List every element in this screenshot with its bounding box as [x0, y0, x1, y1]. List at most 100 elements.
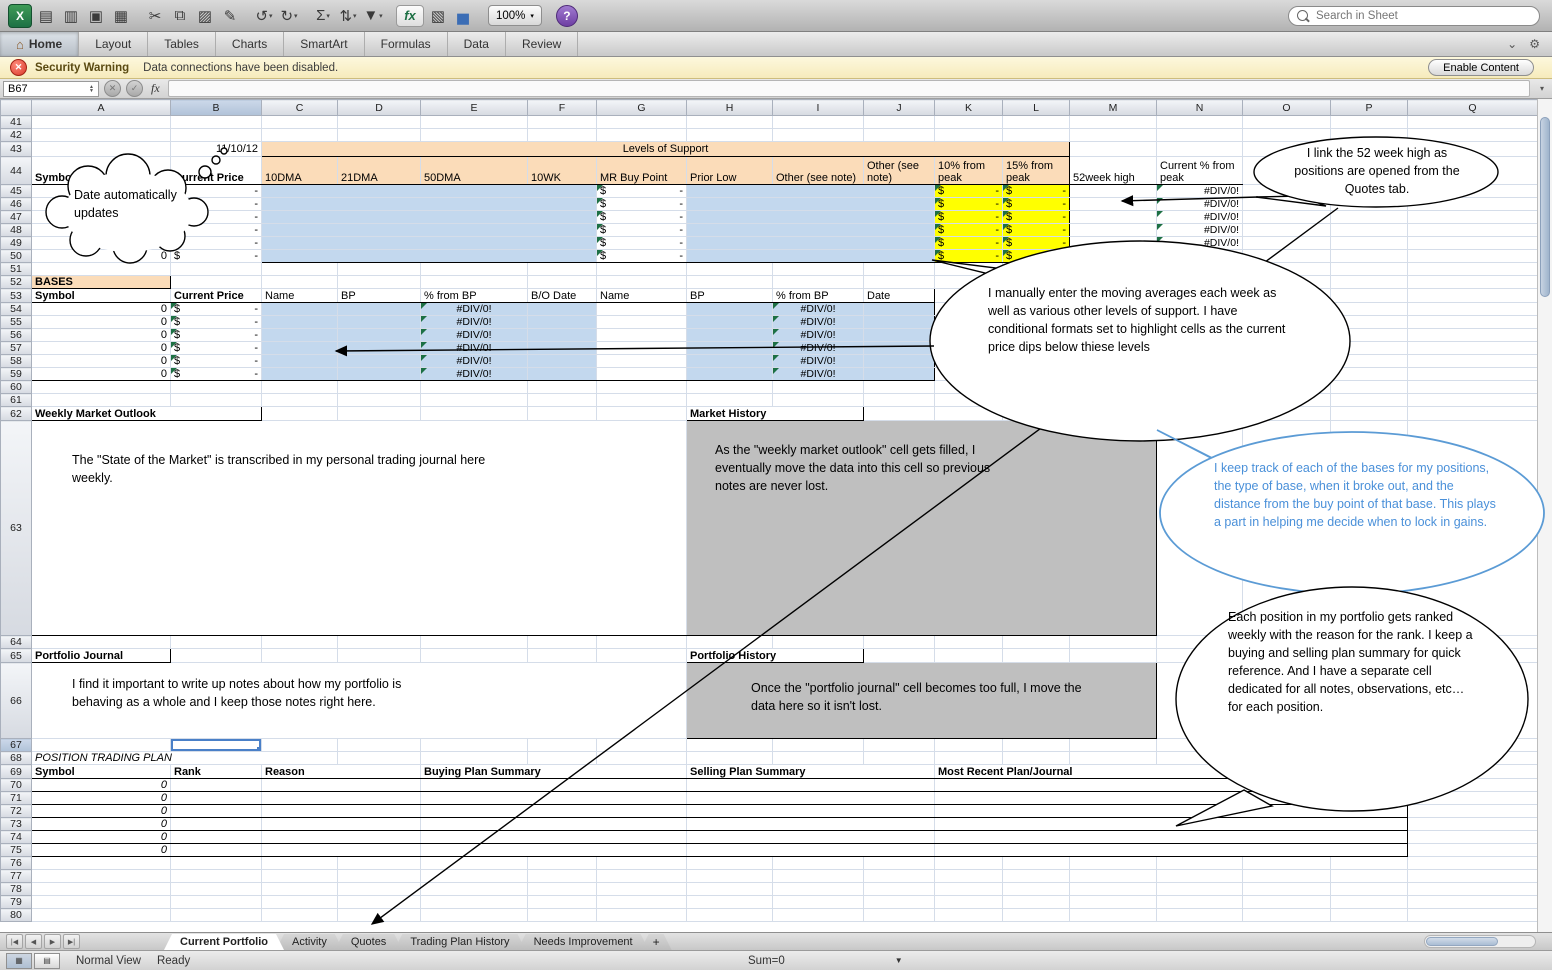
cell-A67[interactable]	[31, 738, 171, 752]
cell-P77[interactable]	[1330, 869, 1408, 883]
cell-A42[interactable]	[31, 128, 171, 142]
cell-A60[interactable]	[31, 380, 171, 394]
cell-B52[interactable]	[170, 275, 262, 289]
cell-K58[interactable]	[934, 354, 1003, 368]
cell-K50[interactable]: $ -	[934, 249, 1003, 263]
row-header-71[interactable]: 71	[0, 791, 32, 805]
cell-L53[interactable]	[1002, 288, 1070, 303]
cell-E52[interactable]	[420, 275, 528, 289]
cell-N55[interactable]	[1156, 315, 1243, 329]
cell-P44[interactable]	[1330, 156, 1408, 185]
cancel-icon[interactable]: ✕	[104, 80, 121, 97]
cell-N59[interactable]	[1156, 367, 1243, 381]
cell-I80[interactable]	[772, 908, 864, 922]
cell-C45[interactable]	[261, 184, 597, 198]
cell-H58[interactable]	[686, 354, 773, 368]
cell-J42[interactable]	[863, 128, 935, 142]
cell-I68[interactable]	[772, 751, 864, 765]
cell-E44[interactable]: 50DMA	[420, 156, 528, 185]
cell-H44[interactable]: Prior Low	[686, 156, 773, 185]
new-workbook-icon[interactable]: ▤	[35, 4, 57, 28]
cell-M68[interactable]	[1069, 751, 1157, 765]
cell-H47[interactable]	[686, 210, 935, 224]
cell-H55[interactable]	[686, 315, 773, 329]
cell-D55[interactable]	[337, 315, 421, 329]
cell-D65[interactable]	[337, 648, 421, 663]
cell-G44[interactable]: MR Buy Point	[596, 156, 687, 185]
cell-C52[interactable]	[261, 275, 338, 289]
cell-K80[interactable]	[934, 908, 1003, 922]
cell-B51[interactable]	[170, 262, 262, 276]
cell-G79[interactable]	[596, 895, 687, 909]
cell-O44[interactable]	[1242, 156, 1331, 185]
cell-J67[interactable]	[863, 738, 935, 752]
cell-K79[interactable]	[934, 895, 1003, 909]
cell-F55[interactable]	[527, 315, 597, 329]
accept-icon[interactable]: ✓	[126, 80, 143, 97]
cell-G80[interactable]	[596, 908, 687, 922]
cell-B41[interactable]	[170, 115, 262, 129]
cell-B71[interactable]	[170, 791, 262, 805]
row-header-79[interactable]: 79	[0, 895, 32, 909]
cell-Q75[interactable]	[1407, 843, 1538, 857]
chart-icon[interactable]: ▅	[452, 4, 474, 28]
cell-E61[interactable]	[420, 393, 528, 407]
cell-C58[interactable]	[261, 354, 338, 368]
column-header-G[interactable]: G	[596, 99, 687, 116]
cell-E76[interactable]	[420, 856, 528, 870]
cell-Q43[interactable]	[1407, 141, 1538, 157]
cell-J61[interactable]	[863, 393, 935, 407]
cell-A58[interactable]: 0	[31, 354, 171, 368]
row-header-42[interactable]: 42	[0, 128, 32, 142]
cell-H66[interactable]: Once the "portfolio journal" cell become…	[686, 662, 1157, 739]
cell-L67[interactable]	[1002, 738, 1070, 752]
cell-D62[interactable]	[337, 406, 421, 421]
cell-G46[interactable]: $ -	[596, 197, 687, 211]
cell-K78[interactable]	[934, 882, 1003, 896]
cell-N68[interactable]	[1156, 751, 1243, 765]
cell-N53[interactable]	[1156, 288, 1243, 303]
cell-O58[interactable]	[1242, 354, 1331, 368]
copy-icon[interactable]: ⧉	[169, 4, 191, 28]
cell-D67[interactable]	[337, 738, 421, 752]
cell-K67[interactable]	[934, 738, 1003, 752]
cell-H53[interactable]: BP	[686, 288, 773, 303]
cell-C49[interactable]	[261, 236, 597, 250]
cell-O47[interactable]	[1242, 210, 1331, 224]
cell-P52[interactable]	[1330, 275, 1408, 289]
cell-G41[interactable]	[596, 115, 687, 129]
row-header-43[interactable]: 43	[0, 141, 32, 157]
add-sheet-tab[interactable]: +	[641, 934, 672, 950]
cell-K60[interactable]	[934, 380, 1003, 394]
cell-G47[interactable]: $ -	[596, 210, 687, 224]
column-header-N[interactable]: N	[1156, 99, 1243, 116]
insert-function-icon[interactable]: fx	[148, 81, 163, 96]
cell-Q58[interactable]	[1407, 354, 1538, 368]
cell-N46[interactable]: #DIV/0!	[1156, 197, 1243, 211]
cell-Q47[interactable]	[1407, 210, 1538, 224]
cell-M48[interactable]	[1069, 223, 1157, 237]
cell-Q63[interactable]	[1407, 420, 1538, 636]
sheet-tab-current-portfolio[interactable]: Current Portfolio	[164, 934, 284, 950]
cell-E77[interactable]	[420, 869, 528, 883]
cell-J41[interactable]	[863, 115, 935, 129]
cell-K49[interactable]: $ -	[934, 236, 1003, 250]
cell-C78[interactable]	[261, 882, 338, 896]
cell-A74[interactable]: 0	[31, 830, 171, 844]
cell-Q67[interactable]	[1407, 738, 1538, 752]
cell-A48[interactable]	[31, 223, 171, 237]
cell-Q80[interactable]	[1407, 908, 1538, 922]
cell-H65[interactable]: Portfolio History	[686, 648, 864, 663]
cell-N79[interactable]	[1156, 895, 1243, 909]
cell-H63[interactable]: As the "weekly market outlook" cell gets…	[686, 420, 1157, 636]
cell-A45[interactable]	[31, 184, 171, 198]
cell-O77[interactable]	[1242, 869, 1331, 883]
sheet-tab-needs-improvement[interactable]: Needs Improvement	[518, 934, 649, 950]
cell-D78[interactable]	[337, 882, 421, 896]
cell-L49[interactable]: $ -	[1002, 236, 1070, 250]
cell-D80[interactable]	[337, 908, 421, 922]
cell-H77[interactable]	[686, 869, 773, 883]
cell-M64[interactable]	[1069, 635, 1157, 649]
ribbon-tab-review[interactable]: Review	[506, 32, 579, 56]
cell-C56[interactable]	[261, 328, 338, 342]
